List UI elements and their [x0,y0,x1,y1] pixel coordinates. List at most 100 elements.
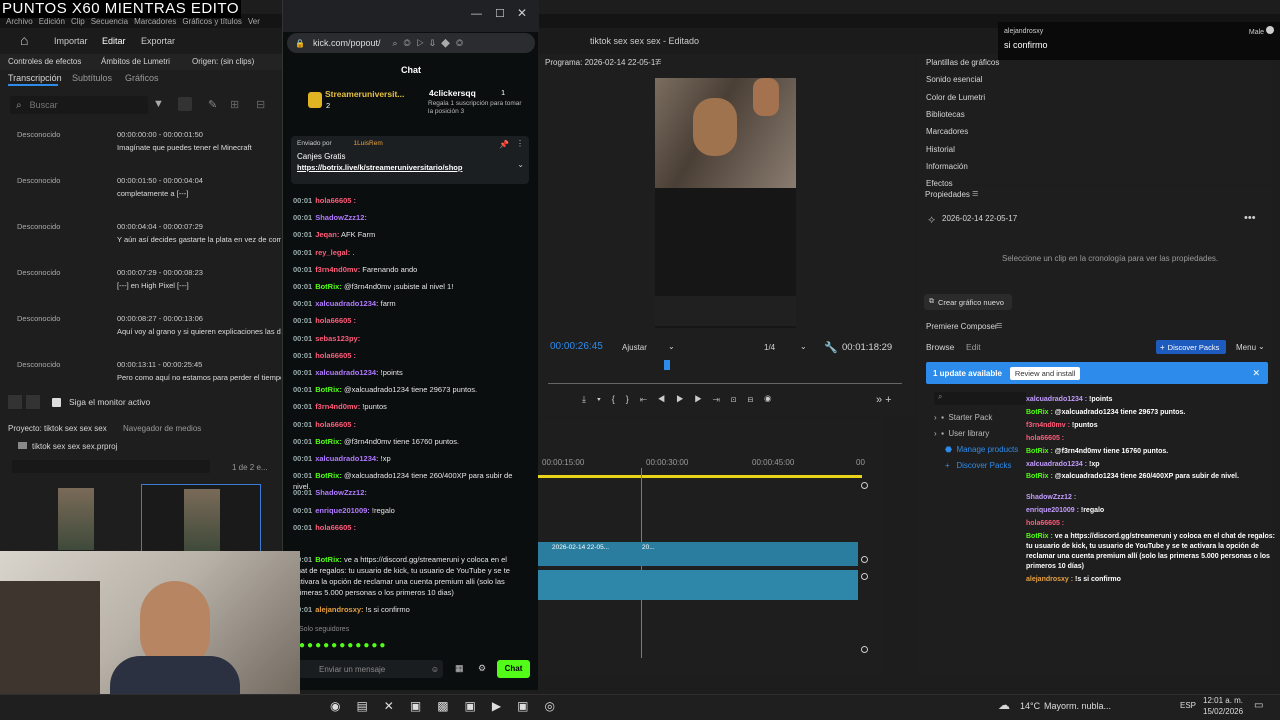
address-bar[interactable]: 🔒 kick.com/popout/ ⌕◎▷⇩◆◎ [287,33,535,53]
chat-message[interactable]: 00:01 hola66605 : [293,522,519,533]
transcript-row[interactable]: Desconocido 00:00:01:50 - 00:00:04:04 comp… [0,172,282,218]
transport-controls[interactable]: ⤓▾{}⇤◀▶▶⇥⊡⊟◉ [582,394,782,405]
resolution-dropdown[interactable]: 1/4 [764,343,775,352]
new-graphic-button[interactable]: ⧉ Crear gráfico nuevo [924,294,1012,310]
track-handle[interactable] [861,573,868,580]
chat-message[interactable]: 00:01 BotRix: @xalcuadrado1234 tiene 2967… [293,384,519,395]
transcript-row[interactable]: Desconocido 00:00:07:29 - 00:00:08:23 [---… [0,264,282,310]
edit-tab[interactable]: Editar [102,36,126,46]
chat-message[interactable]: 00:01 enrique201009: !regalo [293,505,519,516]
chevron-down-icon[interactable]: ⌄ [1258,342,1265,351]
review-button[interactable]: Review and install [1009,366,1081,380]
pin-icon[interactable]: 📌 [499,140,509,149]
chat-message[interactable]: 00:01 xalcuadrado1234: !points [293,367,519,378]
tree-item[interactable]: › ▪ User library [934,429,989,438]
chat-username[interactable]: rey_legal: [315,248,350,257]
track-handle[interactable] [861,482,868,489]
thumbnail-selected[interactable] [141,484,261,554]
chat-username[interactable]: ShadowZzz12: [315,213,367,222]
export-tab[interactable]: Exportar [141,36,175,46]
more-icon[interactable]: ••• [1244,212,1256,224]
chat-username[interactable]: BotRix: [315,437,342,446]
chevron-down-icon[interactable]: ⌄ [800,342,807,351]
playhead-marker[interactable] [664,360,670,370]
chat-message[interactable]: 00:01 f3rn4nd0mv: !puntos [293,401,519,412]
home-icon[interactable]: ⌂ [20,32,28,48]
tab-subtitles[interactable]: Subtítulos [72,73,112,83]
panel-menu-item[interactable]: Color de Lumetri [926,93,985,102]
chat-username[interactable]: f3rn4nd0mv: [315,265,360,274]
chat-message[interactable]: 00:01 Jeqan: AFK Farm [293,229,519,240]
chat-username[interactable]: enrique201009: [315,506,370,515]
weather-temp[interactable]: 14°C [1020,701,1040,711]
search-input[interactable]: ⌕ Buscar [10,96,148,114]
chat-username[interactable]: hola66605 : [315,523,356,532]
chat-message[interactable]: 00:01 xalcuadrado1234: farm [293,298,519,309]
panel-menu-item[interactable]: Bibliotecas [926,110,965,119]
track-handle[interactable] [861,646,868,653]
chat-message[interactable]: 00:01 BotRix: @f3rn4nd0mv tiene 16760 pun… [293,436,519,447]
chat-username[interactable]: sebas123py: [315,334,360,343]
project-search[interactable] [12,460,210,473]
more-icon[interactable]: ⋮ [516,139,524,148]
split-icon[interactable]: ⊟ [256,98,265,111]
hamburger-icon[interactable]: ≡ [996,320,1002,332]
tab-graphics[interactable]: Gráficos [125,73,159,83]
chat-message[interactable]: 00:01 BotRix: @f3rn4nd0mv ¡subiste al niv… [293,281,519,292]
chat-message[interactable]: 00:01 f3rn4nd0mv: Farenando ando [293,264,519,275]
work-area-bar[interactable] [538,475,862,478]
weather-desc[interactable]: Mayorm. nubla... [1044,701,1111,711]
send-chat-button[interactable]: Chat [497,660,530,678]
chat-message[interactable]: 00:01 hola66605 : [293,350,519,361]
notification-icon[interactable]: ▭ [1254,700,1263,711]
maximize-icon[interactable]: ☐ [495,7,505,20]
merge-icon[interactable]: ⊞ [230,98,239,111]
chevron-down-icon[interactable]: ⌄ [517,160,524,169]
chat-username[interactable]: hola66605 : [315,196,356,205]
panel-menu-item[interactable]: Marcadores [926,127,968,136]
tab-source[interactable]: Origen: (sin clips) [192,57,254,66]
composer-menu[interactable]: Menu [1236,343,1256,352]
chat-message[interactable]: 00:01 sebas123py: [293,333,519,344]
caption-add-icon[interactable] [26,395,40,409]
chat-message[interactable]: 00:01 ShadowZzz12: [293,487,519,498]
hamburger-icon[interactable]: ≡ [655,56,661,68]
import-tab[interactable]: Importar [54,36,88,46]
caption-icon[interactable] [8,395,22,409]
chat-username[interactable]: xalcuadrado1234: [315,454,378,463]
audio-clip[interactable] [538,570,858,600]
chat-username[interactable]: hola66605 : [315,351,356,360]
extension-icons[interactable]: ⌕◎▷⇩◆◎ [393,38,470,49]
emote-row[interactable]: ●●●●●●●●●●● [299,640,387,651]
chat-username[interactable]: hola66605 : [315,316,356,325]
chat-username[interactable]: xalcuadrado1234: [315,368,378,377]
leader2-name[interactable]: 4clickersqq [429,88,476,98]
align-icon[interactable] [178,97,192,111]
chat-message[interactable]: 00:01 hola66605 : [293,195,519,206]
panel-menu-item[interactable]: Historial [926,145,955,154]
add-button[interactable]: » + [876,394,892,406]
tab-project[interactable]: Proyecto: tiktok sex sex sex [8,424,107,433]
gift-icon[interactable]: ▦ [455,663,464,674]
tab-media-browser[interactable]: Navegador de medios [123,424,201,433]
panel-menu-item[interactable]: Plantillas de gráficos [926,58,999,67]
transcript-row[interactable]: Desconocido 00:00:00:00 - 00:00:01:50 Imag… [0,126,282,172]
leader1-name[interactable]: Streameruniversit... [325,89,404,99]
chat-username[interactable]: ShadowZzz12: [315,488,367,497]
chat-message[interactable]: 00:01 rey_legal: . [293,247,519,258]
tree-item[interactable]: ⬣ Manage products [945,445,1018,454]
chat-message[interactable]: 00:01 ShadowZzz12: [293,212,519,223]
chat-username[interactable]: Jeqan: [315,230,339,239]
pinned-link[interactable]: https://botrix.live/k/streameruniversita… [297,163,523,172]
minimize-icon[interactable]: — [471,8,482,20]
language[interactable]: ESP [1180,701,1196,710]
pencil-icon[interactable]: ✎ [208,98,217,111]
clock-date[interactable]: 15/02/2026 [1203,707,1243,716]
current-timecode[interactable]: 00:00:26:45 [550,341,603,352]
chat-message[interactable]: 00:01 xalcuadrado1234: !xp [293,453,519,464]
thumbnail[interactable] [58,488,94,550]
chat-message[interactable]: 00:01 hola66605 : [293,315,519,326]
fit-dropdown[interactable]: Ajustar [622,343,647,352]
tab-effect-controls[interactable]: Controles de efectos [8,57,81,66]
transcript-row[interactable]: Desconocido 00:00:04:04 - 00:00:07:29 Y aú… [0,218,282,264]
